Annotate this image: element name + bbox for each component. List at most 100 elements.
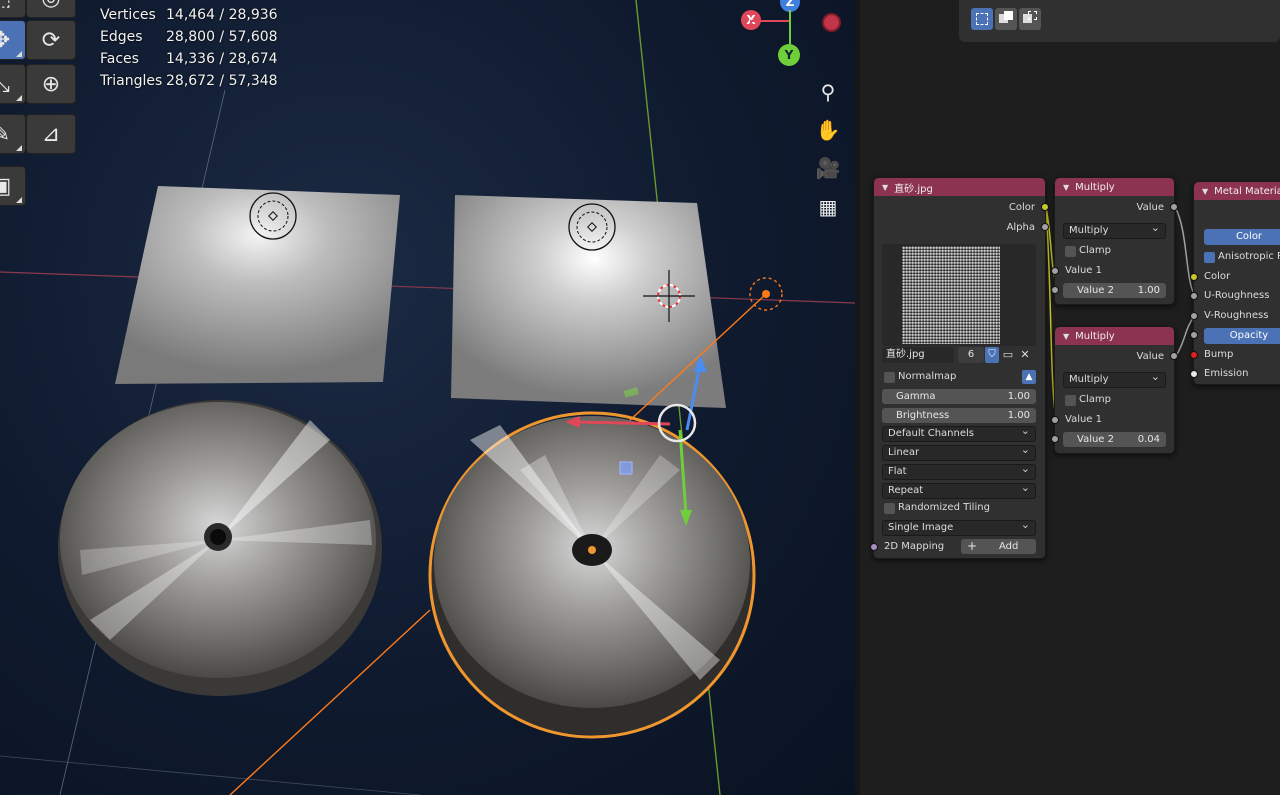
fake-user-shield-icon[interactable]: ⛉ <box>985 347 999 363</box>
measure-icon: ⊿ <box>41 121 61 147</box>
collapse-chevron-icon[interactable]: ▼ <box>1063 332 1069 341</box>
vertices-label: Vertices <box>100 7 156 23</box>
statistics-overlay: Vertices 14,464 / 28,936 Edges 28,800 / 57… <box>100 4 278 92</box>
image-users-count[interactable]: 6 <box>958 347 984 363</box>
tool-select-box[interactable]: ⬚ <box>0 0 26 18</box>
multiply-1-header[interactable]: ▼ Multiply <box>1055 178 1174 196</box>
multiply-1-clamp-label: Clamp <box>1079 245 1111 256</box>
scale-icon: ⤡ <box>0 71 10 97</box>
multiply-2-value2-socket[interactable] <box>1051 435 1059 443</box>
multiply-node-1[interactable]: ▼ Multiply Value Multiply Clamp Value 1 V… <box>1051 177 1178 305</box>
source-dropdown[interactable]: Single Image <box>882 518 1036 536</box>
bump-label: Bump <box>1204 349 1234 360</box>
multiply-1-operation-dropdown[interactable]: Multiply <box>1063 221 1166 239</box>
multiply-2-output-socket[interactable] <box>1170 352 1178 360</box>
tool-rotate[interactable]: ⟳ <box>26 20 76 60</box>
gizmo-y-line <box>789 10 791 48</box>
texture-thumbnail <box>902 246 1000 344</box>
transform-icon: ⊕ <box>41 71 61 97</box>
emission-socket[interactable] <box>1190 370 1198 378</box>
3d-viewport[interactable]: Vertices 14,464 / 28,936 Edges 28,800 / 57… <box>0 0 855 795</box>
metal-node-title: Metal Material <box>1214 185 1280 197</box>
collapse-chevron-icon[interactable]: ▼ <box>1202 187 1208 196</box>
output-alpha-label: Alpha <box>1006 222 1035 233</box>
mapping-label: 2D Mapping <box>884 541 945 552</box>
randomized-tiling-label: Randomized Tiling <box>898 502 990 513</box>
annotate-icon: ✎ <box>0 121 11 147</box>
gamma-field[interactable]: Gamma 1.00 <box>882 389 1036 404</box>
plus-icon: + <box>967 539 978 553</box>
multiply-1-title: Multiply <box>1075 181 1115 193</box>
v-roughness-socket[interactable] <box>1190 312 1198 320</box>
normalmap-checkbox[interactable] <box>884 372 895 383</box>
normalmap-label: Normalmap <box>898 371 957 382</box>
multiply-2-value1-label: Value 1 <box>1065 414 1103 425</box>
opacity-button[interactable]: Opacity <box>1204 328 1280 344</box>
node-editor[interactable]: ▼ 直砂.jpg Color Alpha 直砂.jpg 6 ⛉ ▭ ✕ Norma… <box>860 0 1280 795</box>
image-node-header[interactable]: ▼ 直砂.jpg <box>874 178 1045 196</box>
tool-measure[interactable]: ⊿ <box>26 114 76 154</box>
rotate-icon: ⟳ <box>41 27 61 53</box>
extension-dropdown[interactable]: Repeat <box>882 481 1036 499</box>
select-icon: ⬚ <box>0 0 11 11</box>
channels-dropdown[interactable]: Default Channels <box>882 424 1036 442</box>
multiply-1-clamp-checkbox[interactable] <box>1065 246 1076 257</box>
metal-color-button[interactable]: Color <box>1204 229 1280 245</box>
collapse-chevron-icon[interactable]: ▼ <box>1063 183 1069 192</box>
tool-add-cube[interactable]: ▣ <box>0 166 26 206</box>
camera-icon[interactable]: 🎥 <box>814 154 842 182</box>
metal-node-header[interactable]: ▼ Metal Material <box>1194 182 1280 200</box>
pan-hand-icon[interactable]: ✋ <box>814 116 842 144</box>
grid-icon[interactable]: ▦ <box>814 193 842 221</box>
multiply-1-output-socket[interactable] <box>1170 203 1178 211</box>
unlink-close-icon[interactable]: ✕ <box>1018 347 1032 363</box>
add-cube-icon: ▣ <box>0 173 12 199</box>
tool-transform[interactable]: ⊕ <box>26 64 76 104</box>
edges-count: 28,800 / 57,608 <box>166 29 278 45</box>
gizmo-neg-x[interactable] <box>822 13 841 32</box>
tool-annotate[interactable]: ✎ <box>0 114 26 154</box>
bump-socket[interactable] <box>1190 351 1198 359</box>
multiply-2-value1-socket[interactable] <box>1051 416 1059 424</box>
multiply-2-value2-field[interactable]: Value 2 0.04 <box>1063 432 1166 447</box>
multiply-2-output-label: Value <box>1136 351 1164 362</box>
cursor-icon: ◎ <box>41 0 60 11</box>
brightness-field[interactable]: Brightness 1.00 <box>882 408 1036 423</box>
triangles-count: 28,672 / 57,348 <box>166 73 278 89</box>
emission-label: Emission <box>1204 368 1249 379</box>
image-name-field[interactable]: 直砂.jpg <box>882 347 954 363</box>
mapping-input-socket[interactable] <box>870 543 878 551</box>
metal-material-node[interactable]: ▼ Metal Material Color Anisotropic Rou Co… <box>1190 181 1280 385</box>
multiply-node-2[interactable]: ▼ Multiply Value Multiply Clamp Value 1 V… <box>1051 326 1178 454</box>
add-mapping-button[interactable]: + Add <box>961 539 1036 554</box>
metal-color-socket[interactable] <box>1190 273 1198 281</box>
multiply-1-value2-field[interactable]: Value 2 1.00 <box>1063 283 1166 298</box>
multiply-1-output-label: Value <box>1136 202 1164 213</box>
multiply-1-value1-socket[interactable] <box>1051 267 1059 275</box>
u-roughness-socket[interactable] <box>1190 292 1198 300</box>
scene-render[interactable] <box>0 0 855 795</box>
edges-label: Edges <box>100 29 143 45</box>
output-alpha-socket[interactable] <box>1041 223 1049 231</box>
opacity-socket[interactable] <box>1190 331 1198 339</box>
image-texture-node[interactable]: ▼ 直砂.jpg Color Alpha 直砂.jpg 6 ⛉ ▭ ✕ Norma… <box>870 177 1049 559</box>
tool-move[interactable]: ✥ <box>0 20 26 60</box>
tool-scale[interactable]: ⤡ <box>0 64 26 104</box>
anisotropic-label: Anisotropic Rou <box>1218 251 1280 262</box>
anisotropic-checkbox[interactable] <box>1204 252 1215 263</box>
tool-cursor[interactable]: ◎ <box>26 0 76 18</box>
multiply-2-clamp-checkbox[interactable] <box>1065 395 1076 406</box>
gizmo-x-line <box>750 20 790 22</box>
multiply-2-header[interactable]: ▼ Multiply <box>1055 327 1174 345</box>
normalmap-image-icon[interactable]: ▲ <box>1022 370 1036 384</box>
randomized-tiling-checkbox[interactable] <box>884 503 895 514</box>
output-color-socket[interactable] <box>1041 203 1049 211</box>
projection-dropdown[interactable]: Flat <box>882 462 1036 480</box>
folder-icon[interactable]: ▭ <box>1001 347 1015 363</box>
multiply-2-operation-dropdown[interactable]: Multiply <box>1063 370 1166 388</box>
multiply-2-clamp-label: Clamp <box>1079 394 1111 405</box>
zoom-icon[interactable]: ⚲ <box>814 78 842 106</box>
interpolation-dropdown[interactable]: Linear <box>882 443 1036 461</box>
multiply-1-value2-socket[interactable] <box>1051 286 1059 294</box>
collapse-chevron-icon[interactable]: ▼ <box>882 183 888 192</box>
